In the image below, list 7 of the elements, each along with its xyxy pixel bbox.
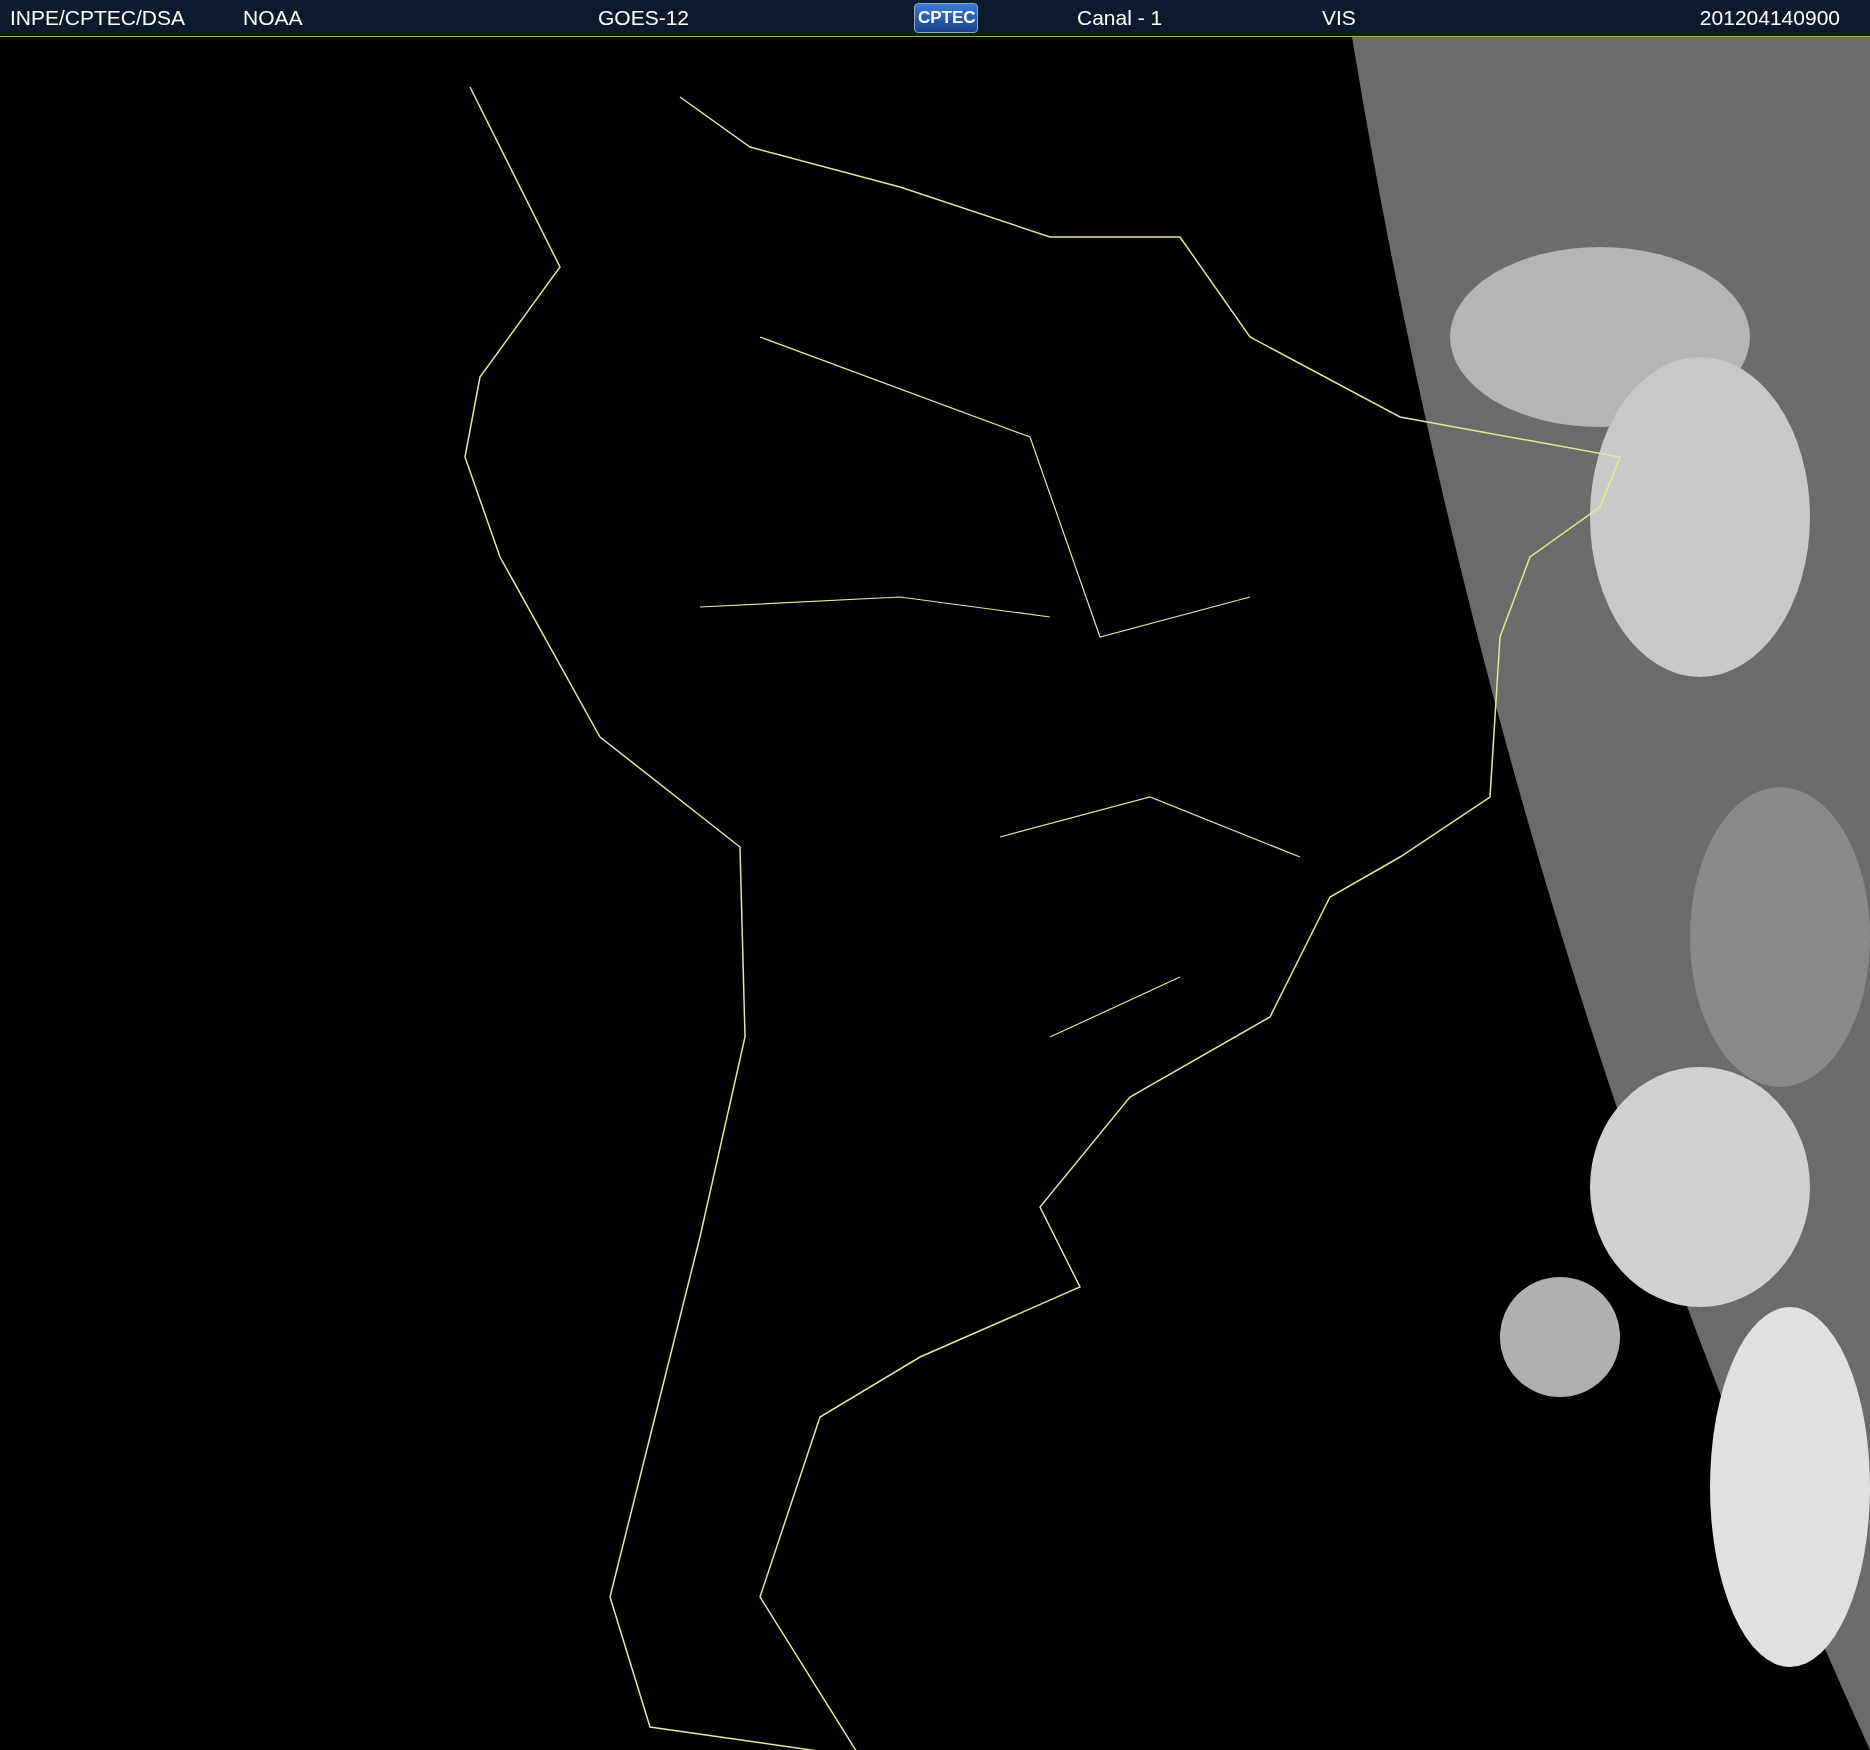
header-label: NOAA [243, 6, 303, 30]
logo: CPTEC [914, 3, 978, 33]
timestamp: 201204140900 [1699, 6, 1840, 30]
header-label: Canal - 1 [1077, 6, 1163, 30]
header-label: INPE/CPTEC/DSA [10, 6, 186, 30]
header-label: GOES-12 [598, 6, 690, 30]
header-label: VIS [1322, 6, 1356, 30]
